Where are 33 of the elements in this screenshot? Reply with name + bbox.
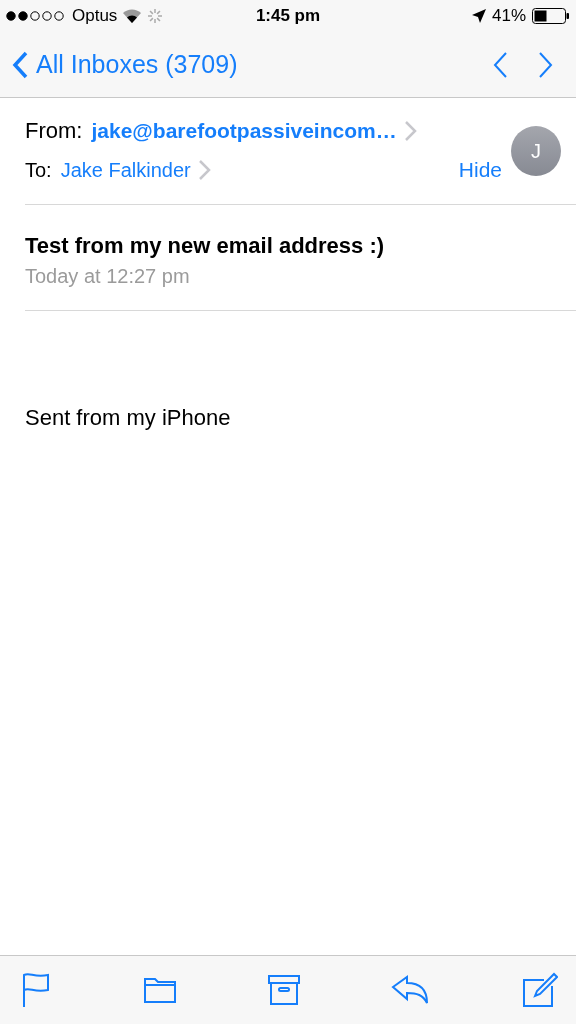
email-body: Sent from my iPhone [25, 405, 232, 431]
carrier-name: Optus [72, 6, 118, 26]
email-subject: Test from my new email address :) [25, 233, 386, 259]
chevron-icon [402, 120, 417, 142]
back-button[interactable]: All Inboxes (3709) [12, 50, 238, 79]
reply-button[interactable] [391, 975, 431, 1005]
compose-icon [522, 972, 558, 1008]
flag-button[interactable] [22, 973, 52, 1007]
email-date: Today at 12:27 pm [25, 265, 191, 288]
back-chevron-icon[interactable] [12, 50, 28, 79]
reply-icon [391, 975, 431, 1005]
folder-button[interactable] [143, 976, 177, 1004]
spinner-icon [147, 8, 164, 24]
hide-link[interactable]: Hide [458, 158, 502, 182]
to-label: To: [25, 158, 52, 182]
signal-icon [6, 11, 66, 21]
archive-button[interactable] [268, 975, 300, 1005]
chevron-icon [196, 159, 211, 181]
battery-icon [532, 8, 570, 24]
battery-percent: 41% [491, 6, 526, 26]
from-label: From: [25, 118, 83, 144]
wifi-icon [123, 9, 142, 23]
sender-address[interactable]: jake@barefootpassiveincom… [91, 119, 397, 143]
flag-icon [22, 973, 52, 1007]
compose-button[interactable] [522, 972, 558, 1008]
recipient-name[interactable]: Jake Falkinder [60, 158, 191, 182]
clock-time: 1:45 pm [255, 6, 321, 26]
next-button[interactable] [538, 50, 554, 79]
location-icon [471, 9, 486, 23]
previous-button[interactable] [492, 50, 508, 79]
avatar: J [511, 126, 561, 176]
folder-icon [143, 976, 177, 1004]
archive-icon [268, 975, 300, 1005]
